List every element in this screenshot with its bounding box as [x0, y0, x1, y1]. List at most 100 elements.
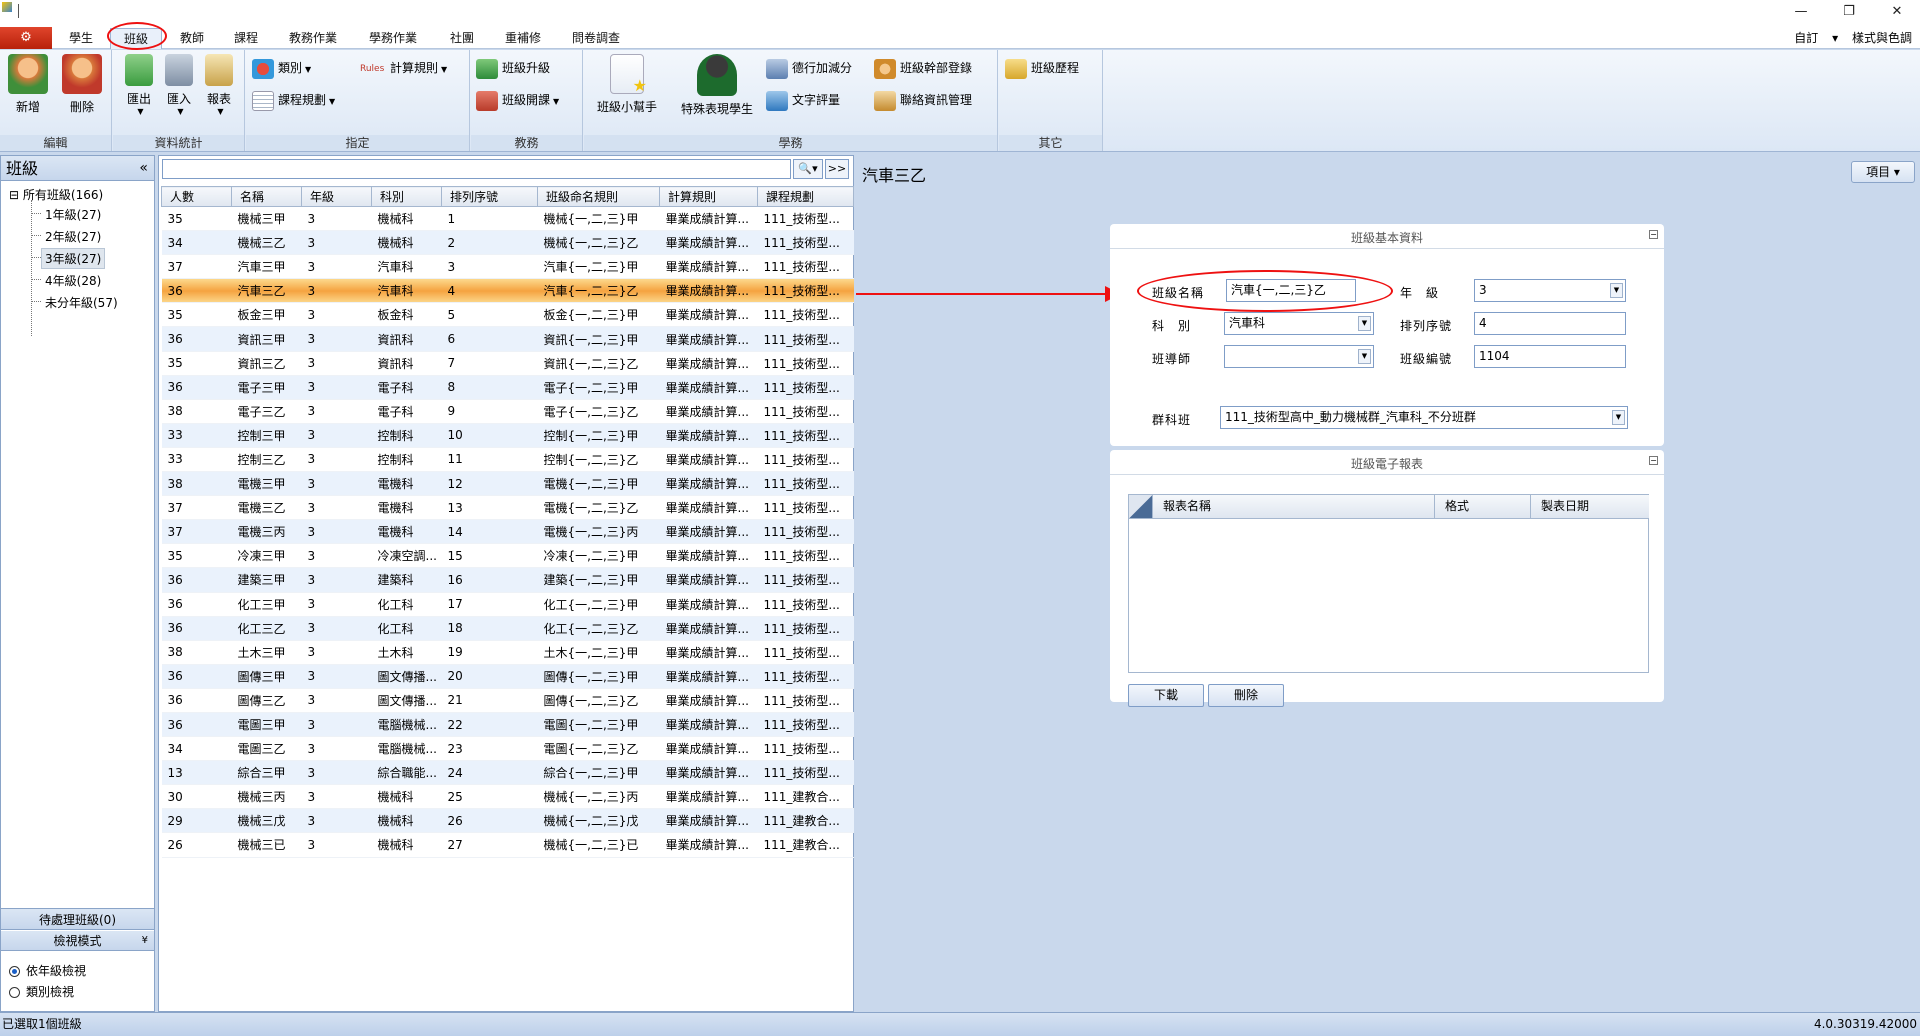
- class-code-field[interactable]: 1104: [1474, 345, 1626, 368]
- tree-item-grade-4[interactable]: 4年級(28): [42, 271, 104, 290]
- radio-by-category[interactable]: 類別檢視: [9, 983, 74, 1000]
- tab-student-affairs[interactable]: 學務作業: [362, 28, 424, 49]
- grid-column-header[interactable]: 計算規則: [659, 186, 758, 207]
- radio-by-grade[interactable]: 依年級檢視: [9, 962, 86, 979]
- pending-classes-button[interactable]: 待處理班級(0): [1, 908, 154, 930]
- tab-survey[interactable]: 問卷調查: [565, 28, 627, 49]
- radio-by-category-icon[interactable]: [9, 987, 20, 998]
- tree-item-ungraded[interactable]: 未分年級(57): [42, 293, 121, 312]
- table-row[interactable]: 34 機械三乙 3 機械科 2 機械{一,二,三}乙 畢業成績計算... 111_技術型...: [161, 230, 854, 256]
- report-button[interactable]: 報表 ▼: [201, 54, 237, 116]
- grade-dropdown-icon[interactable]: ▼: [1610, 283, 1623, 298]
- class-cadre-button[interactable]: 班級幹部登錄: [874, 56, 972, 80]
- close-button[interactable]: ✕: [1882, 3, 1912, 21]
- tab-remedial[interactable]: 重補修: [497, 28, 549, 49]
- delete-button[interactable]: 刪除: [60, 54, 104, 115]
- class-history-button[interactable]: 班級歷程: [1005, 56, 1079, 80]
- table-row[interactable]: 35 冷凍三甲 3 冷凍空調... 15 冷凍{一,二,三}甲 畢業成績計算... 111_技…: [161, 543, 854, 569]
- table-row[interactable]: 37 汽車三甲 3 汽車科 3 汽車{一,二,三}甲 畢業成績計算... 111_技術型...: [161, 254, 854, 280]
- teacher-dropdown-icon[interactable]: ▼: [1358, 349, 1371, 364]
- import-button[interactable]: 匯入 ▼: [161, 54, 197, 116]
- open-course-button[interactable]: 班級開課 ▼: [476, 88, 559, 112]
- style-menu[interactable]: 樣式與色調: [1852, 31, 1912, 45]
- tree-root[interactable]: ⊟ 所有班級(166): [9, 186, 103, 203]
- group-select[interactable]: 111_技術型高中_動力機械群_汽車科_不分班群 ▼: [1220, 406, 1628, 429]
- table-row[interactable]: 13 綜合三甲 3 綜合職能... 24 綜合{一,二,三}甲 畢業成績計算... 111_技…: [161, 760, 854, 786]
- course-plan-button[interactable]: 課程規劃 ▼: [252, 88, 335, 112]
- group-dropdown-icon[interactable]: ▼: [1612, 410, 1625, 425]
- tab-teacher[interactable]: 教師: [172, 28, 212, 49]
- collapse-card-icon[interactable]: −: [1649, 456, 1658, 465]
- view-mode-toggle-icon[interactable]: ¥: [142, 931, 148, 951]
- table-row[interactable]: 35 板金三甲 3 板金科 5 板金{一,二,三}甲 畢業成績計算... 111_技術型...: [161, 302, 854, 328]
- table-row[interactable]: 34 電圖三乙 3 電腦機械... 23 電圖{一,二,三}乙 畢業成績計算... 111_技…: [161, 736, 854, 762]
- grid-column-header[interactable]: 課程規劃: [757, 186, 854, 207]
- table-row[interactable]: 37 電機三丙 3 電機科 14 電機{一,二,三}丙 畢業成績計算... 111_技術型..…: [161, 519, 854, 545]
- tree-item-grade-2[interactable]: 2年級(27): [42, 227, 104, 246]
- grade-select[interactable]: 3 ▼: [1474, 279, 1626, 302]
- class-helper-button[interactable]: ★ 班級小幫手: [592, 54, 662, 115]
- expand-search-button[interactable]: >>: [825, 159, 849, 179]
- contact-info-button[interactable]: 聯絡資訊管理: [874, 88, 972, 112]
- table-row[interactable]: 38 土木三甲 3 土木科 19 土木{一,二,三}甲 畢業成績計算... 111_技術型..…: [161, 640, 854, 665]
- table-row[interactable]: 36 化工三甲 3 化工科 17 化工{一,二,三}甲 畢業成績計算... 111_技術型..…: [161, 592, 854, 617]
- grid-column-header[interactable]: 班級命名規則: [537, 186, 660, 207]
- tab-course[interactable]: 課程: [226, 28, 266, 49]
- table-row[interactable]: 38 電子三乙 3 電子科 9 電子{一,二,三}乙 畢業成績計算... 111_技術型...: [161, 399, 854, 424]
- collapse-panel-icon[interactable]: «: [139, 156, 148, 181]
- grid-column-header[interactable]: 年級: [301, 186, 372, 207]
- table-row[interactable]: 26 機械三已 3 機械科 27 機械{一,二,三}已 畢業成績計算... 111_建教合..…: [161, 832, 854, 858]
- table-row[interactable]: 36 化工三乙 3 化工科 18 化工{一,二,三}乙 畢業成績計算... 111_技術型..…: [161, 616, 854, 641]
- table-row[interactable]: 30 機械三丙 3 機械科 25 機械{一,二,三}丙 畢業成績計算... 111_建教合..…: [161, 784, 854, 810]
- grid-column-header[interactable]: 科別: [371, 186, 442, 207]
- table-row[interactable]: 33 控制三甲 3 控制科 10 控制{一,二,三}甲 畢業成績計算... 111_技術型..…: [161, 423, 854, 448]
- table-row[interactable]: 36 圖傳三乙 3 圖文傳播... 21 圖傳{一,二,三}乙 畢業成績計算... 111_技…: [161, 688, 854, 713]
- minimize-button[interactable]: —: [1786, 3, 1816, 21]
- table-row[interactable]: 36 建築三甲 3 建築科 16 建築{一,二,三}甲 畢業成績計算... 111_技術型..…: [161, 567, 854, 593]
- table-row[interactable]: 36 電子三甲 3 電子科 8 電子{一,二,三}甲 畢業成績計算... 111_技術型...: [161, 375, 854, 400]
- view-mode-header[interactable]: 檢視模式 ¥: [1, 931, 154, 951]
- grid-column-header[interactable]: 人數: [161, 186, 232, 207]
- table-row[interactable]: 36 圖傳三甲 3 圖文傳播... 20 圖傳{一,二,三}甲 畢業成績計算... 111_技…: [161, 664, 854, 689]
- customize-menu[interactable]: 自訂: [1794, 31, 1818, 45]
- text-eval-button[interactable]: 文字評量: [766, 88, 840, 112]
- select-all-corner[interactable]: [1129, 495, 1153, 519]
- tree-item-grade-3[interactable]: 3年級(27): [41, 248, 106, 269]
- tab-club[interactable]: 社團: [442, 28, 482, 49]
- add-button[interactable]: 新增: [6, 54, 50, 115]
- export-button[interactable]: 匯出 ▼: [121, 54, 157, 116]
- class-upgrade-button[interactable]: 班級升級: [476, 56, 550, 80]
- download-button[interactable]: 下載: [1128, 684, 1204, 707]
- table-row[interactable]: 33 控制三乙 3 控制科 11 控制{一,二,三}乙 畢業成績計算... 111_技術型..…: [161, 447, 854, 473]
- restore-button[interactable]: ❐: [1834, 3, 1864, 21]
- grid-column-header[interactable]: 名稱: [231, 186, 302, 207]
- tab-student[interactable]: 學生: [62, 28, 100, 49]
- table-row[interactable]: 36 資訊三甲 3 資訊科 6 資訊{一,二,三}甲 畢業成績計算... 111_技術型...: [161, 326, 854, 352]
- collapse-card-icon[interactable]: −: [1649, 230, 1658, 239]
- table-row[interactable]: 35 資訊三乙 3 資訊科 7 資訊{一,二,三}乙 畢業成績計算... 111_技術型...: [161, 351, 854, 376]
- app-menu-button[interactable]: ⚙: [0, 27, 52, 49]
- tab-academic-affairs[interactable]: 教務作業: [282, 28, 344, 49]
- customize-dropdown-icon[interactable]: ▾: [1832, 31, 1838, 45]
- order-field[interactable]: 4: [1474, 312, 1626, 335]
- items-dropdown-button[interactable]: 項目 ▾: [1851, 161, 1915, 183]
- table-row[interactable]: 38 電機三甲 3 電機科 12 電機{一,二,三}甲 畢業成績計算... 111_技術型..…: [161, 471, 854, 497]
- calc-rule-button[interactable]: Rules 計算規則 ▼: [360, 56, 447, 80]
- table-row[interactable]: 29 機械三戊 3 機械科 26 機械{一,二,三}戊 畢業成績計算... 111_建教合..…: [161, 808, 854, 834]
- search-button[interactable]: 🔍▾: [793, 159, 823, 179]
- special-student-button[interactable]: 特殊表現學生: [674, 54, 760, 117]
- merit-button[interactable]: 德行加減分: [766, 56, 852, 80]
- category-button[interactable]: 類別 ▼: [252, 56, 311, 80]
- table-row[interactable]: 36 電圖三甲 3 電腦機械... 22 電圖{一,二,三}甲 畢業成績計算... 111_技…: [161, 712, 854, 738]
- report-delete-button[interactable]: 刪除: [1208, 684, 1284, 707]
- dept-select[interactable]: 汽車科 ▼: [1224, 312, 1374, 335]
- table-row[interactable]: 37 電機三乙 3 電機科 13 電機{一,二,三}乙 畢業成績計算... 111_技術型..…: [161, 495, 854, 521]
- tree-item-grade-1[interactable]: 1年級(27): [42, 205, 104, 224]
- search-input[interactable]: [162, 159, 791, 179]
- grid-column-header[interactable]: 排列序號: [441, 186, 538, 207]
- table-row[interactable]: 36 汽車三乙 3 汽車科 4 汽車{一,二,三}乙 畢業成績計算... 111_技術型...: [161, 278, 854, 304]
- tree-expand-icon[interactable]: ⊟: [9, 188, 19, 202]
- teacher-select[interactable]: ▼: [1224, 345, 1374, 368]
- radio-by-grade-icon[interactable]: [9, 966, 20, 977]
- table-row[interactable]: 35 機械三甲 3 機械科 1 機械{一,二,三}甲 畢業成績計算... 111_技術型...: [161, 206, 854, 232]
